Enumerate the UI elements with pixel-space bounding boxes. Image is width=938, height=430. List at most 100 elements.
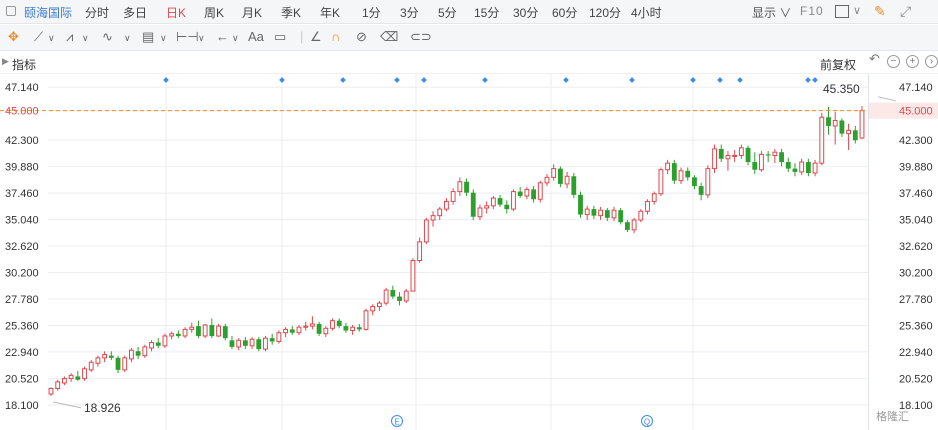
zoom-out-icon[interactable]: − — [887, 55, 900, 68]
tab-multi-day[interactable]: 多日 — [123, 4, 147, 21]
candle-body-down — [671, 163, 677, 181]
tab-quarterly-k[interactable]: 季K — [281, 4, 301, 21]
fullscreen-icon[interactable]: ⤢ — [900, 3, 911, 20]
tab-3min[interactable]: 3分 — [400, 4, 419, 21]
y-tick-label-right: 27.780 — [899, 294, 933, 306]
candle-body-down — [571, 176, 577, 195]
arrow-tool-icon[interactable]: ← — [216, 29, 229, 44]
tab-15min[interactable]: 15分 — [474, 4, 499, 21]
candle-body-down — [839, 120, 845, 134]
chevron-down-icon[interactable]: ∨ — [198, 33, 205, 44]
tab-120min[interactable]: 120分 — [589, 4, 621, 21]
candle-body-down — [356, 327, 362, 330]
price-adjust-dropdown[interactable]: 前复权 — [820, 56, 856, 73]
stock-name[interactable]: 颐海国际 — [24, 4, 72, 21]
candle-body-up — [263, 337, 268, 350]
fibonacci-tool-icon[interactable]: ▤ — [142, 29, 154, 45]
hide-drawings-icon[interactable]: ⊘ — [356, 29, 367, 45]
event-marker-diamond — [394, 77, 400, 83]
wave-tool-icon[interactable]: ∿ — [102, 29, 113, 45]
candle-body-down — [209, 325, 215, 336]
event-marker-diamond — [812, 77, 818, 83]
crosshair-move-icon[interactable]: ✥ — [8, 29, 19, 45]
candle-body-up — [584, 208, 590, 216]
tab-intraday[interactable]: 分时 — [85, 4, 109, 21]
chevron-down-icon[interactable]: ∨ — [124, 33, 131, 44]
candle-body-down — [343, 326, 349, 331]
candle-body-up — [363, 310, 369, 330]
delete-icon[interactable]: ⌫ — [380, 29, 398, 45]
candle-body-down — [578, 194, 583, 215]
candle-body-up — [303, 325, 309, 328]
y-tick-label-left: 30.200 — [5, 268, 39, 280]
candle-body-down — [390, 290, 396, 297]
caret-right-icon[interactable]: ▶ — [2, 56, 9, 67]
y-tick-label-right: 20.520 — [899, 373, 933, 385]
candlestick-chart[interactable]: EQ 47.140 47.14045.000 45.00042.300 42.3003… — [0, 74, 938, 430]
candle-body-down — [269, 338, 275, 342]
magnet-icon[interactable]: ∩ — [331, 29, 340, 44]
candle-body-up — [631, 219, 637, 231]
tab-daily-k[interactable]: 日K — [166, 4, 186, 21]
candle-body-up — [323, 327, 329, 335]
tab-yearly-k[interactable]: 年K — [320, 4, 340, 21]
candle-body-down — [718, 148, 724, 159]
display-dropdown[interactable]: 显示 ∨ — [752, 4, 791, 21]
candle-body-up — [819, 116, 825, 164]
measure-tool-icon[interactable]: ⊢⊣ — [176, 29, 199, 45]
line-tool-icon[interactable]: ⟋ — [34, 29, 43, 45]
candle-body-down — [470, 192, 476, 217]
y-tick-label-left: 42.300 — [5, 135, 39, 147]
y-tick-label-left: 47.140 — [5, 82, 39, 94]
candle-body-down — [504, 204, 510, 210]
undo-icon[interactable]: ↶ — [868, 52, 881, 66]
candle-body-down — [852, 130, 858, 141]
chevron-down-icon[interactable]: ∨ — [853, 4, 861, 17]
comment-tool-icon[interactable]: ▭ — [274, 29, 286, 45]
tab-1min[interactable]: 1分 — [362, 4, 381, 21]
candle-body-up — [477, 207, 483, 218]
event-marker-diamond — [629, 77, 635, 83]
y-tick-label-right: 22.940 — [899, 347, 933, 359]
tab-monthly-k[interactable]: 月K — [242, 4, 262, 21]
tab-60min[interactable]: 60分 — [552, 4, 577, 21]
tab-5min[interactable]: 5分 — [438, 4, 457, 21]
chevron-down-icon[interactable]: ∨ — [160, 33, 167, 44]
chevron-down-icon[interactable]: ∨ — [82, 33, 89, 44]
event-marker-diamond — [340, 77, 346, 83]
chevron-down-icon[interactable]: ∨ — [48, 33, 55, 44]
y-tick-label-left: 25.360 — [5, 320, 39, 332]
polyline-tool-icon[interactable]: ⩘ — [66, 29, 73, 45]
chevron-down-icon[interactable]: ∨ — [232, 33, 239, 44]
eraser-pen-icon[interactable]: ∠ — [310, 29, 322, 45]
pencil-icon[interactable]: ✎ — [874, 3, 886, 20]
candle-body-down — [196, 326, 201, 336]
candle-body-up — [437, 208, 443, 217]
candle-body-down — [531, 189, 536, 200]
candle-body-up — [611, 209, 617, 219]
scroll-right-icon[interactable]: › — [925, 55, 938, 68]
candle-body-up — [846, 129, 852, 135]
checkbox-icon[interactable] — [835, 5, 849, 18]
tab-weekly-k[interactable]: 周K — [204, 4, 224, 21]
text-tool-icon[interactable]: Aa — [248, 29, 264, 44]
link-icon[interactable]: ⊂⊃ — [410, 29, 432, 45]
tab-30min[interactable]: 30分 — [513, 4, 538, 21]
candle-body-up — [430, 215, 436, 221]
zoom-in-icon[interactable]: + — [906, 55, 919, 68]
candle-body-up — [410, 259, 416, 292]
tab-4hour[interactable]: 4小时 — [631, 4, 662, 21]
f10-button[interactable]: F10 — [800, 4, 824, 18]
candle-body-down — [336, 320, 342, 327]
candle-body-up — [182, 328, 188, 337]
candle-body-up — [417, 241, 423, 261]
candle-body-up — [645, 200, 650, 212]
indicator-button[interactable]: 指标 — [12, 56, 36, 73]
candle-body-up — [403, 290, 409, 302]
candle-body-up — [725, 154, 731, 160]
y-tick-label-right: 47.140 — [899, 82, 933, 94]
candle-body-up — [142, 346, 148, 357]
candle-body-down — [557, 168, 563, 184]
candle-body-down — [155, 342, 161, 346]
candle-body-down — [805, 162, 811, 173]
